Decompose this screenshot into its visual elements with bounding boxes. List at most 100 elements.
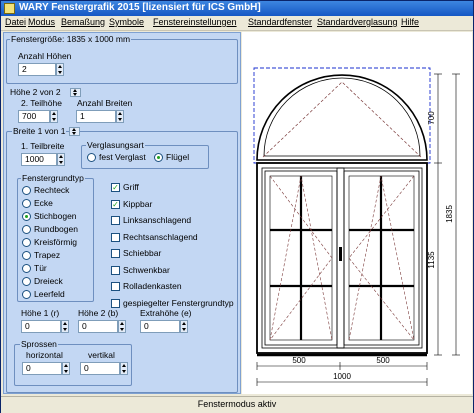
size-group-label: Fenstergröße: 1835 x 1000 mm [10,34,132,44]
extra-height-label: Extrahöhe (e) [140,308,192,318]
arch-opening-lines [262,81,422,158]
menu-hilfe[interactable]: Hilfe [401,17,419,27]
horizontal-label: horizontal [26,350,63,360]
status-text: Fenstermodus aktiv [197,399,277,409]
schwenkbar-checkbox[interactable] [111,266,120,275]
height-nav-label: Höhe 2 von 2 [10,87,61,97]
window-title: WARY Fenstergrafik 2015 [lizensiert für … [19,2,261,13]
height-r-label: Höhe 1 (r) [21,308,60,318]
glazing-group-label: Verglasungsart [86,140,145,150]
linksanschlagend-checkbox[interactable] [111,216,120,225]
shape-ecke-radio[interactable] [22,199,31,208]
shape-kreisfoermig-label: Kreisförmig [34,237,77,247]
glazing-fixed-radio[interactable] [87,153,96,162]
heights-label: Anzahl Höhen [18,51,72,61]
app-window: WARY Fenstergrafik 2015 [lizensiert für … [0,0,474,413]
heights-input[interactable]: 2 [18,63,56,76]
settings-panel: Fenstergröße: 1835 x 1000 mm Anzahl Höhe… [3,32,241,394]
part-width-input[interactable]: 1000 [21,153,57,166]
extra-height-spin-arrows-icon[interactable] [180,320,188,333]
rechtsanschlagend-checkbox[interactable] [111,233,120,242]
part-width-spin-arrows-icon[interactable] [57,153,65,166]
griff-checkbox[interactable]: ✓ [111,183,120,192]
menu-datei[interactable]: Datei [5,17,26,27]
shape-leerfeld-radio[interactable] [22,290,31,299]
menu-symbole[interactable]: Symbole [109,17,144,27]
arch-frame-inner [263,77,421,157]
menu-standardfenster[interactable]: Standardfenster [248,17,312,27]
horizontal-spin-arrows-icon[interactable] [62,362,70,375]
kippbar-checkbox[interactable]: ✓ [111,200,120,209]
part-width-label: 1. Teilbreite [21,141,65,151]
height-r-spin-arrows-icon[interactable] [61,320,69,333]
dim-1135-text: 1135 [427,251,436,269]
shape-trapez-radio[interactable] [22,251,31,260]
shape-rechteck-label: Rechteck [34,185,70,195]
dim-1835-text: 1835 [445,205,454,223]
griff-label: Griff [123,182,139,192]
title-bar: WARY Fenstergrafik 2015 [lizensiert für … [1,1,473,16]
sprossen-label: Sprossen [20,339,58,349]
vertical-spin-arrows-icon[interactable] [120,362,128,375]
handle-icon [339,247,342,261]
shape-tuer-radio[interactable] [22,264,31,273]
schiebbar-label: Schiebbar [123,248,162,258]
menu-fenstereinstellungen[interactable]: Fenstereinstellungen [153,17,237,27]
widths-input[interactable]: 1 [76,110,116,123]
shape-leerfeld-label: Leerfeld [34,289,65,299]
glazing-sash-radio[interactable] [154,153,163,162]
shape-group-label: Fenstergrundtyp [21,173,85,183]
shape-ecke-label: Ecke [34,198,53,208]
widths-spin-arrows-icon[interactable] [116,110,124,123]
menu-bar: Datei Modus Bemaßung Symbole Fenstereins… [1,16,473,31]
window-drawing: 700 1835 1135 500 500 1000 [253,67,460,386]
gespiegelt-label: gespiegelter Fenstergrundtyp [123,298,234,308]
menu-standardverglasung[interactable]: Standardverglasung [317,17,398,27]
dim-500-right-text: 500 [376,356,390,365]
height-nav-toggle-arrows-icon[interactable] [70,88,81,97]
shape-dreieck-label: Dreieck [34,276,63,286]
width-nav-label: Breite 1 von 1 [12,126,67,136]
menu-bemassung[interactable]: Bemaßung [61,17,105,27]
shape-stichbogen-label: Stichbogen [34,211,77,221]
rolladenkasten-checkbox[interactable] [111,282,120,291]
shape-kreisfoermig-radio[interactable] [22,238,31,247]
rolladenkasten-label: Rolladenkasten [123,281,182,291]
height-b-label: Höhe 2 (b) [78,308,119,318]
shape-stichbogen-radio[interactable] [22,212,31,221]
height-r-input[interactable]: 0 [21,320,61,333]
schwenkbar-label: Schwenkbar [123,265,170,275]
shape-trapez-label: Trapez [34,250,61,260]
shape-tuer-label: Tür [34,263,47,273]
size-group [6,39,238,84]
selection-frame [253,67,431,164]
dim-500-left-text: 500 [292,356,306,365]
width-nav-toggle-arrows-icon[interactable] [69,127,80,136]
shape-rundbogen-radio[interactable] [22,225,31,234]
widths-label: Anzahl Breiten [77,98,133,108]
part-height-input[interactable]: 700 [18,110,50,123]
gespiegelt-checkbox[interactable] [111,299,120,308]
shape-dreieck-radio[interactable] [22,277,31,286]
part-height-label: 2. Teilhöhe [21,98,62,108]
rechtsanschlagend-label: Rechtsanschlagend [123,232,198,242]
arch-frame-outer [256,74,428,161]
extra-height-input[interactable]: 0 [140,320,180,333]
height-b-spin-arrows-icon[interactable] [118,320,126,333]
horizontal-input[interactable]: 0 [22,362,62,375]
menu-modus[interactable]: Modus [28,17,55,27]
shape-rechteck-radio[interactable] [22,186,31,195]
drawing-canvas[interactable]: 700 1835 1135 500 500 1000 [242,32,472,394]
part-height-spin-arrows-icon[interactable] [50,110,58,123]
schiebbar-checkbox[interactable] [111,249,120,258]
glazing-fixed-label: fest Verglast [99,152,146,162]
status-bar: Fenstermodus aktiv [1,396,473,413]
dim-700-text: 700 [427,111,436,125]
linksanschlagend-label: Linksanschlagend [123,215,192,225]
dim-1000-text: 1000 [333,372,351,381]
heights-spin-arrows-icon[interactable] [56,63,64,76]
shape-rundbogen-label: Rundbogen [34,224,78,234]
height-b-input[interactable]: 0 [78,320,118,333]
kippbar-label: Kippbar [123,199,153,209]
vertical-input[interactable]: 0 [80,362,120,375]
